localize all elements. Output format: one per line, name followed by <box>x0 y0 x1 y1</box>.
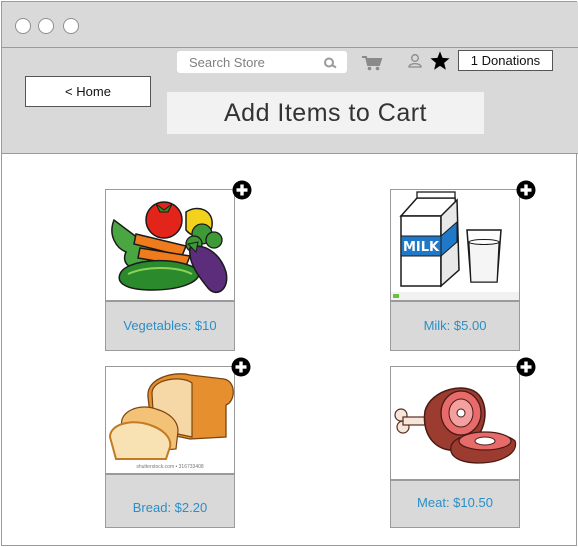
home-button[interactable]: < Home <box>25 76 151 107</box>
bread-image[interactable]: shutterstock.com • 316733408 <box>105 366 235 474</box>
product-label-meat[interactable]: Meat: $10.50 <box>390 480 520 528</box>
product-label-milk[interactable]: Milk: $5.00 <box>390 301 520 351</box>
bread-image-caption: shutterstock.com • 316733408 <box>136 464 204 470</box>
add-milk-plus-icon[interactable] <box>516 180 536 200</box>
meat-image[interactable] <box>390 366 520 480</box>
cart-icon[interactable] <box>361 55 383 76</box>
add-bread-plus-icon[interactable] <box>231 357 251 377</box>
milk-image[interactable]: MILK <box>390 189 520 301</box>
store-header: Search Store 1 Donations < Home Add Item… <box>2 48 578 154</box>
search-placeholder: Search Store <box>189 55 265 70</box>
window-close-button[interactable] <box>15 18 31 34</box>
search-icon[interactable] <box>323 56 337 74</box>
browser-window: Search Store 1 Donations < Home Add Item… <box>1 1 578 546</box>
add-meat-plus-icon[interactable] <box>516 357 536 377</box>
product-label-bread[interactable]: Bread: $2.20 <box>105 474 235 528</box>
star-icon[interactable] <box>429 50 451 77</box>
title-bar <box>2 2 578 48</box>
user-icon[interactable] <box>407 53 423 74</box>
search-input[interactable]: Search Store <box>177 51 347 73</box>
donations-button[interactable]: 1 Donations <box>458 50 553 71</box>
add-vegetables-plus-icon[interactable] <box>232 180 252 200</box>
product-label-vegetables[interactable]: Vegetables: $10 <box>105 301 235 351</box>
vegetables-image[interactable] <box>105 189 235 301</box>
window-maximize-button[interactable] <box>63 18 79 34</box>
window-minimize-button[interactable] <box>38 18 54 34</box>
page-title: Add Items to Cart <box>167 92 484 134</box>
svg-text:MILK: MILK <box>403 240 440 255</box>
